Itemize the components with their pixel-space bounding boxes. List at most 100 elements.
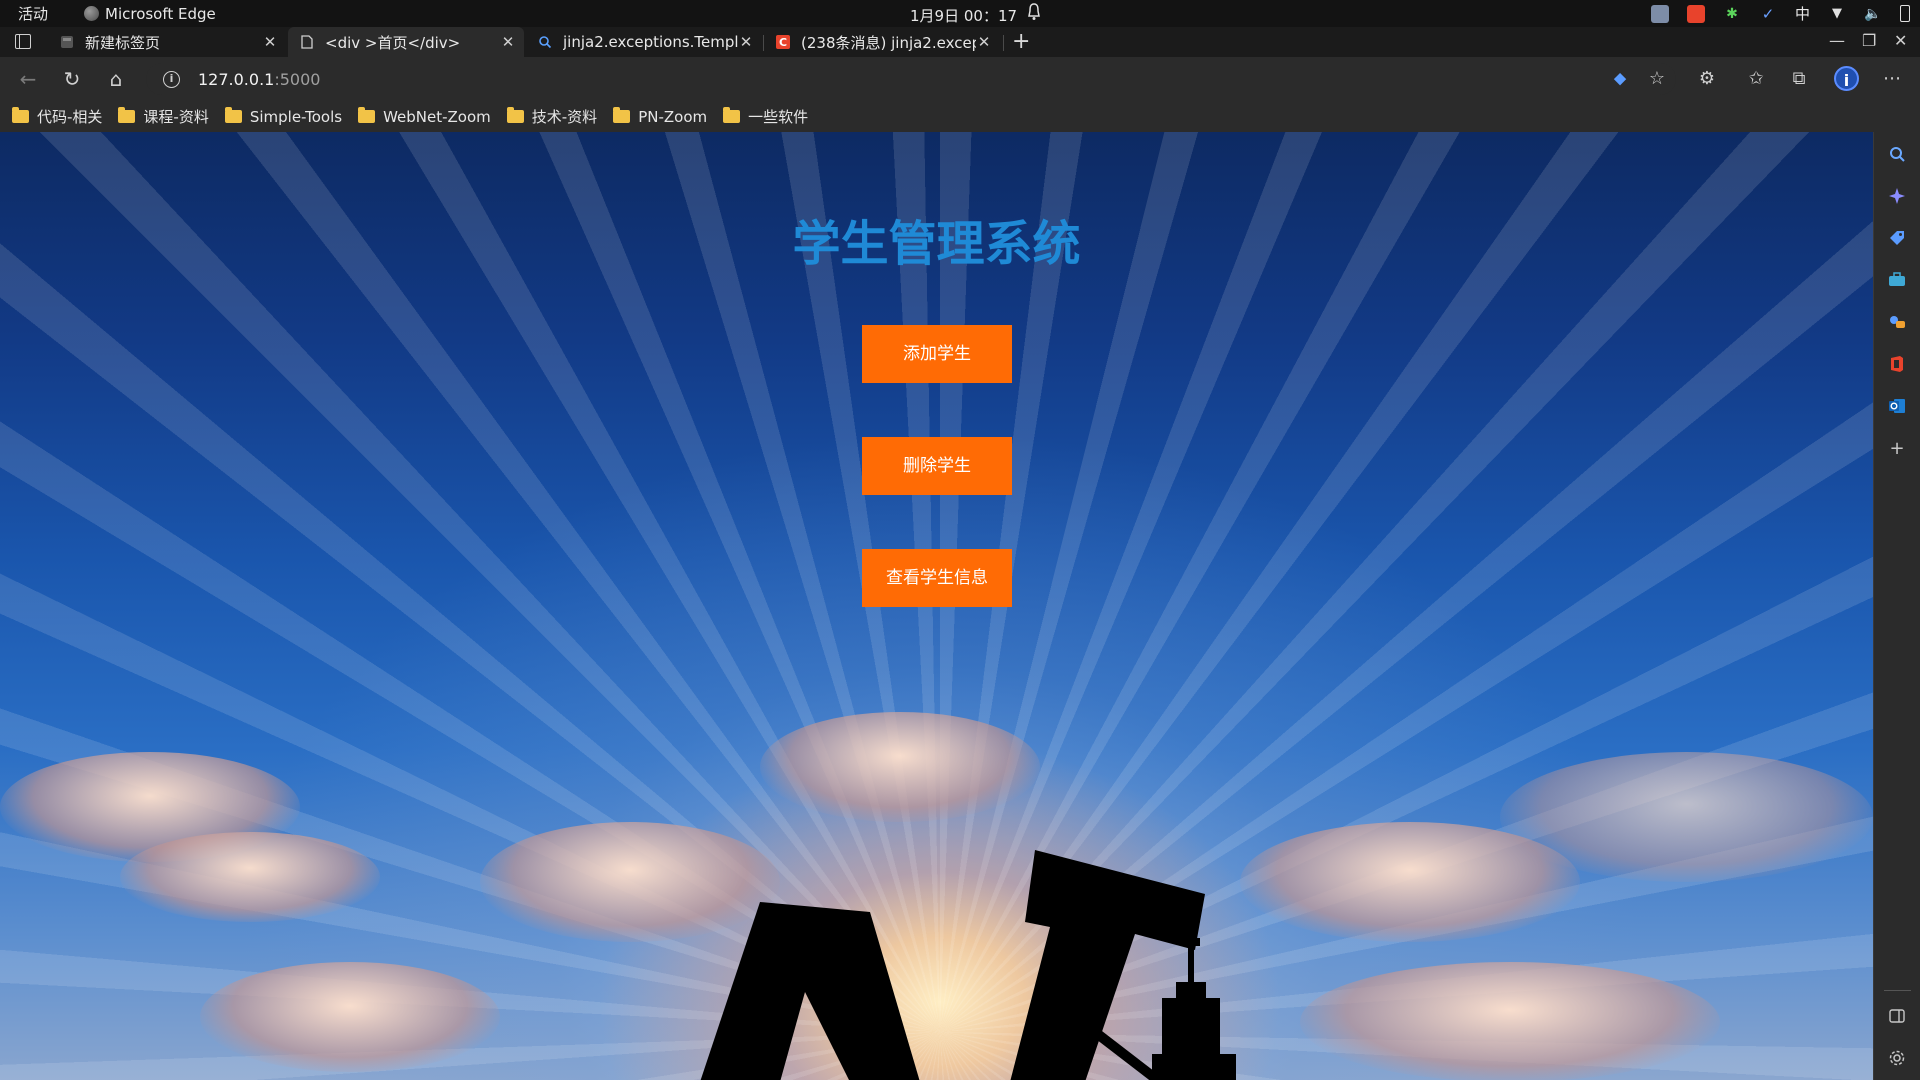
close-tab-icon[interactable]: ✕ (262, 33, 278, 51)
back-button[interactable]: ← (17, 68, 39, 90)
folder-icon (723, 107, 741, 123)
profile-avatar[interactable]: i (1834, 66, 1859, 91)
bookmark-folder[interactable]: Simple-Tools (224, 107, 343, 126)
flag-tray-icon[interactable] (1686, 4, 1705, 23)
tab-label: 新建标签页 (85, 33, 161, 52)
tab-actions-menu-icon[interactable] (15, 34, 31, 49)
folder-icon (358, 107, 376, 123)
tab-label: (238条消息) jinja2.excepti (801, 33, 976, 52)
tab-jinja-search[interactable]: jinja2.exceptions.Templat ✕ (526, 27, 762, 57)
folder-icon (118, 107, 136, 123)
app-name: Microsoft Edge (105, 4, 216, 23)
bookmark-label: 课程-资料 (143, 108, 209, 126)
cloud (1300, 962, 1720, 1080)
view-students-button[interactable]: 查看学生信息 (862, 549, 1012, 607)
close-tab-icon[interactable]: ✕ (500, 33, 516, 51)
system-tray: ✱ ✓ 中 ▼ 🔈 (1650, 3, 1910, 24)
cloud (120, 832, 380, 922)
office-icon[interactable] (1888, 355, 1906, 373)
bookmark-folder[interactable]: 代码-相关 (12, 106, 102, 127)
search-icon[interactable] (1888, 145, 1906, 163)
bookmark-label: PN-Zoom (638, 107, 708, 126)
bookmark-folder[interactable]: 技术-资料 (506, 106, 598, 127)
edge-logo-icon (84, 6, 99, 21)
page-content: 学生管理系统 添加学生 删除学生 查看学生信息 (0, 132, 1873, 1080)
tab-csdn[interactable]: C (238条消息) jinja2.excepti ✕ (764, 27, 1000, 57)
page-icon (301, 35, 313, 49)
bookmark-label: 技术-资料 (531, 108, 598, 126)
input-method-indicator[interactable]: 中 (1795, 3, 1810, 24)
silhouette-artwork (700, 850, 1236, 1080)
sidebar-divider (1884, 990, 1911, 991)
folder-icon (224, 107, 242, 123)
home-button[interactable]: ⌂ (105, 68, 127, 90)
add-favorite-icon[interactable]: ☆ (1646, 68, 1668, 90)
cloud (1500, 752, 1873, 882)
clock[interactable]: 1月9日 00：17 (910, 5, 1017, 26)
cloud (200, 962, 500, 1072)
browser-toolbar: ← ↻ ⌂ i 127.0.0.1:5000 ⬥ ☆ ⚙ ✩ ⧉ i ⋯ (0, 57, 1920, 101)
volume-icon[interactable]: 🔈 (1864, 5, 1882, 23)
close-tab-icon[interactable]: ✕ (738, 33, 754, 51)
sidebar-settings-icon[interactable] (1888, 1049, 1906, 1067)
bookmark-folder[interactable]: 课程-资料 (118, 106, 209, 127)
url-host: 127.0.0.1 (198, 69, 275, 89)
bookmark-folder[interactable]: WebNet-Zoom (358, 107, 491, 126)
tab-label: jinja2.exceptions.Templat (563, 33, 738, 51)
collections-icon[interactable]: ⧉ (1788, 68, 1810, 90)
address-bar[interactable]: i 127.0.0.1:5000 (146, 63, 1676, 95)
games-icon[interactable] (1888, 313, 1906, 331)
folder-icon (12, 107, 29, 123)
bookmark-folder[interactable]: 一些软件 (723, 106, 808, 127)
system-top-bar: 活动 Microsoft Edge 1月9日 00：17 ✱ ✓ 中 ▼ 🔈 (0, 0, 1920, 27)
new-tab-button[interactable]: + (1012, 29, 1030, 54)
favorites-icon[interactable]: ✩ (1745, 68, 1767, 90)
search-icon (539, 36, 552, 49)
close-tab-icon[interactable]: ✕ (976, 33, 992, 51)
csdn-icon: C (776, 35, 790, 49)
activities-button[interactable]: 活动 (18, 3, 78, 24)
bell-icon (1028, 3, 1040, 20)
url-text[interactable]: 127.0.0.1:5000 (198, 70, 320, 89)
sync-tray-icon[interactable]: ✱ (1723, 5, 1741, 23)
add-sidebar-app-icon[interactable]: + (1888, 440, 1906, 458)
more-menu-icon[interactable]: ⋯ (1881, 68, 1903, 90)
tab-strip: 新建标签页 ✕ <div >首页</div> ✕ jinja2.exceptio… (0, 27, 1920, 57)
folder-icon (613, 107, 631, 123)
outlook-icon[interactable] (1888, 397, 1906, 415)
bookmark-label: 代码-相关 (37, 108, 103, 126)
tools-briefcase-icon[interactable] (1888, 271, 1906, 289)
app-tray-icon[interactable] (1650, 4, 1669, 23)
site-info-icon[interactable]: i (163, 70, 180, 88)
tab-label: <div >首页</div> (325, 33, 461, 52)
extensions-icon[interactable]: ⚙ (1696, 68, 1718, 90)
new-tab-page-icon (61, 36, 73, 48)
refresh-button[interactable]: ↻ (61, 68, 83, 90)
url-port: :5000 (274, 69, 321, 89)
add-student-button[interactable]: 添加学生 (862, 325, 1012, 383)
folder-icon (506, 107, 524, 123)
bookmark-folder[interactable]: PN-Zoom (613, 107, 708, 126)
minimize-button[interactable]: — (1829, 31, 1845, 50)
coupon-tag-icon[interactable]: ⬥ (1609, 68, 1631, 90)
bookmark-label: WebNet-Zoom (383, 107, 491, 126)
close-window-button[interactable]: ✕ (1894, 31, 1907, 50)
shopping-tag-icon[interactable] (1888, 229, 1906, 247)
copilot-sparkle-icon[interactable] (1888, 187, 1906, 205)
check-tray-icon[interactable]: ✓ (1759, 5, 1777, 23)
hide-sidebar-icon[interactable] (1888, 1007, 1906, 1025)
delete-student-button[interactable]: 删除学生 (862, 437, 1012, 495)
bookmarks-bar: 代码-相关 课程-资料 Simple-Tools WebNet-Zoom 技术-… (0, 101, 1920, 132)
restore-button[interactable]: ❐ (1862, 31, 1876, 50)
edge-sidebar: + (1873, 132, 1920, 1080)
tab-separator (1003, 35, 1004, 51)
tab-new-tab[interactable]: 新建标签页 ✕ (48, 27, 286, 57)
battery-icon[interactable] (1900, 5, 1910, 22)
page-title: 学生管理系统 (792, 216, 1081, 272)
tab-home[interactable]: <div >首页</div> ✕ (288, 27, 524, 57)
wifi-icon[interactable]: ▼ (1828, 5, 1846, 23)
bookmark-label: 一些软件 (748, 108, 809, 126)
svg-text:C: C (779, 36, 787, 49)
bookmark-label: Simple-Tools (249, 107, 343, 126)
app-menu[interactable]: Microsoft Edge (84, 5, 216, 23)
